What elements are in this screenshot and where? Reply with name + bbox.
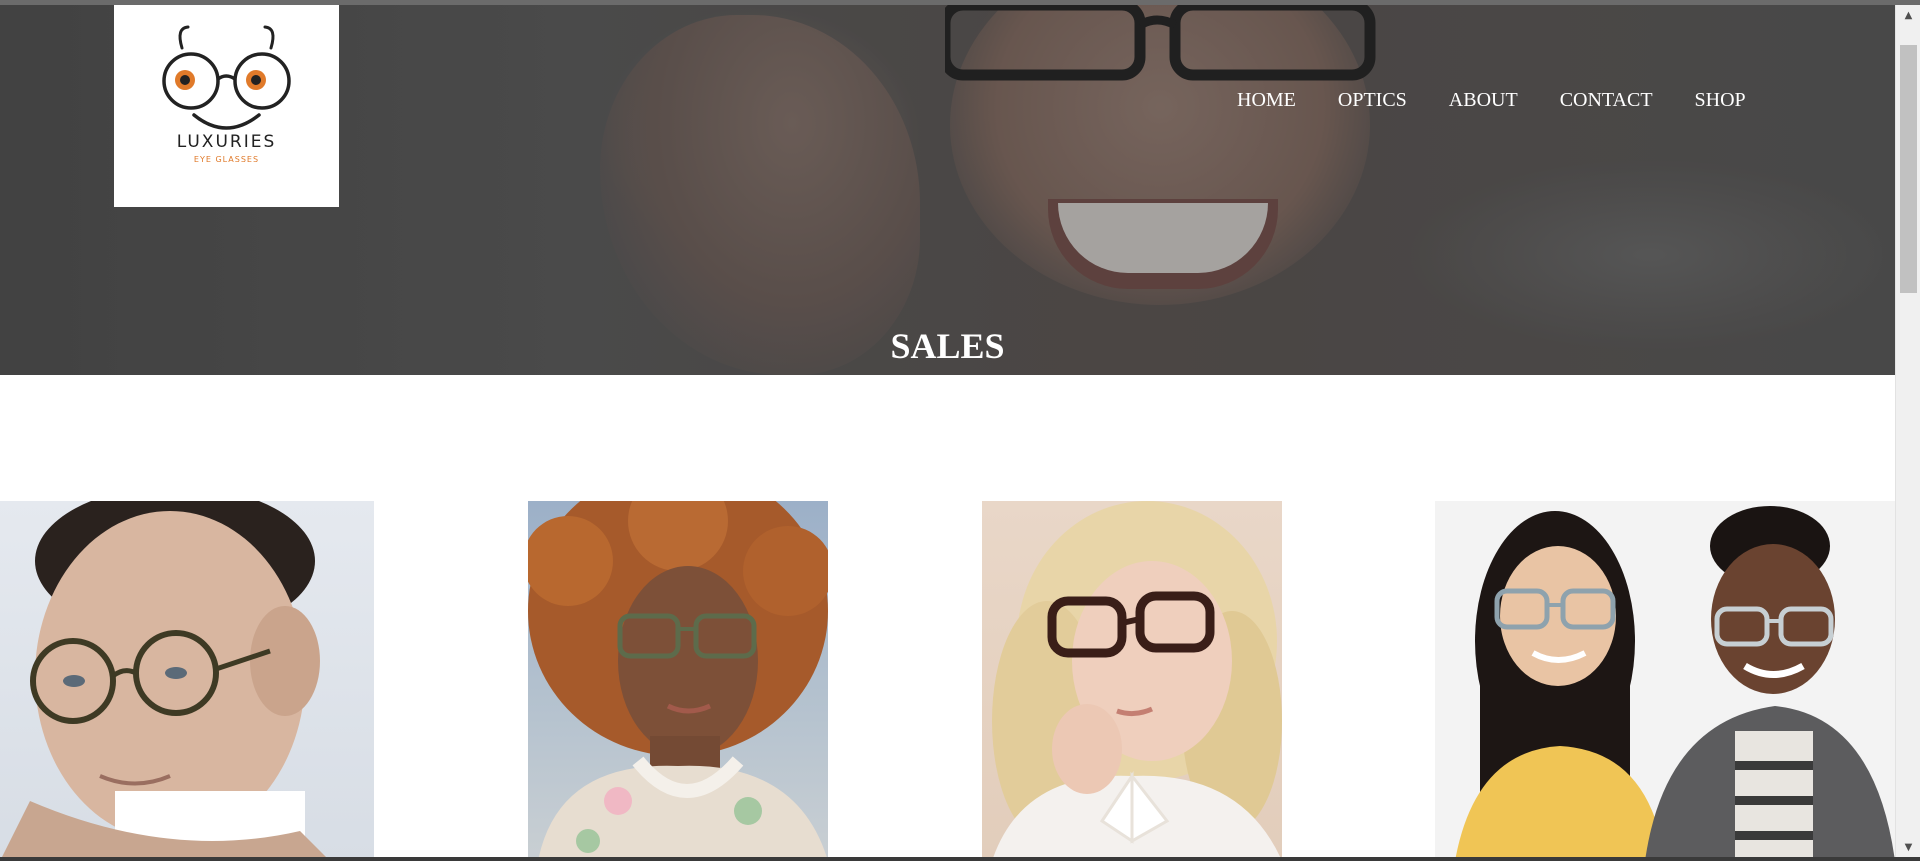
- woman-blonde-portrait-image: [992, 501, 1282, 857]
- gallery-photo-man[interactable]: [0, 501, 374, 857]
- children-portrait-image: [1455, 506, 1895, 857]
- chevron-up-icon[interactable]: ▲: [1896, 5, 1920, 25]
- scrollbar-thumb[interactable]: [1900, 45, 1917, 293]
- nav-home-link[interactable]: HOME: [1237, 89, 1296, 112]
- nav-about-link[interactable]: ABOUT: [1449, 89, 1518, 112]
- woman-curly-portrait-image: [528, 501, 828, 857]
- gallery-photo-woman-blonde[interactable]: [982, 501, 1282, 857]
- product-gallery: [0, 501, 1895, 857]
- window-bottom-border: [0, 857, 1920, 861]
- nav-shop-link[interactable]: SHOP: [1695, 89, 1746, 112]
- gallery-photo-children[interactable]: [1435, 501, 1895, 857]
- brand-name: LUXURIES: [176, 132, 277, 152]
- hero-banner: LUXURIES EYE GLASSES HOME OPTICS ABOUT C…: [0, 5, 1895, 375]
- page-scrollbar[interactable]: ▲ ▼: [1895, 5, 1920, 857]
- gallery-photo-woman-curly[interactable]: [528, 501, 828, 857]
- man-portrait-image: [2, 501, 326, 857]
- page: LUXURIES EYE GLASSES HOME OPTICS ABOUT C…: [0, 5, 1895, 857]
- nav-optics-link[interactable]: OPTICS: [1338, 89, 1407, 112]
- nav-contact-link[interactable]: CONTACT: [1560, 89, 1653, 112]
- browser-viewport: LUXURIES EYE GLASSES HOME OPTICS ABOUT C…: [0, 0, 1920, 861]
- brand-logo[interactable]: LUXURIES EYE GLASSES: [114, 5, 339, 207]
- brand-tagline: EYE GLASSES: [193, 155, 260, 164]
- chevron-down-icon[interactable]: ▼: [1896, 837, 1920, 857]
- page-title: SALES: [890, 326, 1005, 366]
- glasses-logo-icon: [162, 25, 291, 130]
- main-nav: HOME OPTICS ABOUT CONTACT SHOP: [1237, 89, 1746, 112]
